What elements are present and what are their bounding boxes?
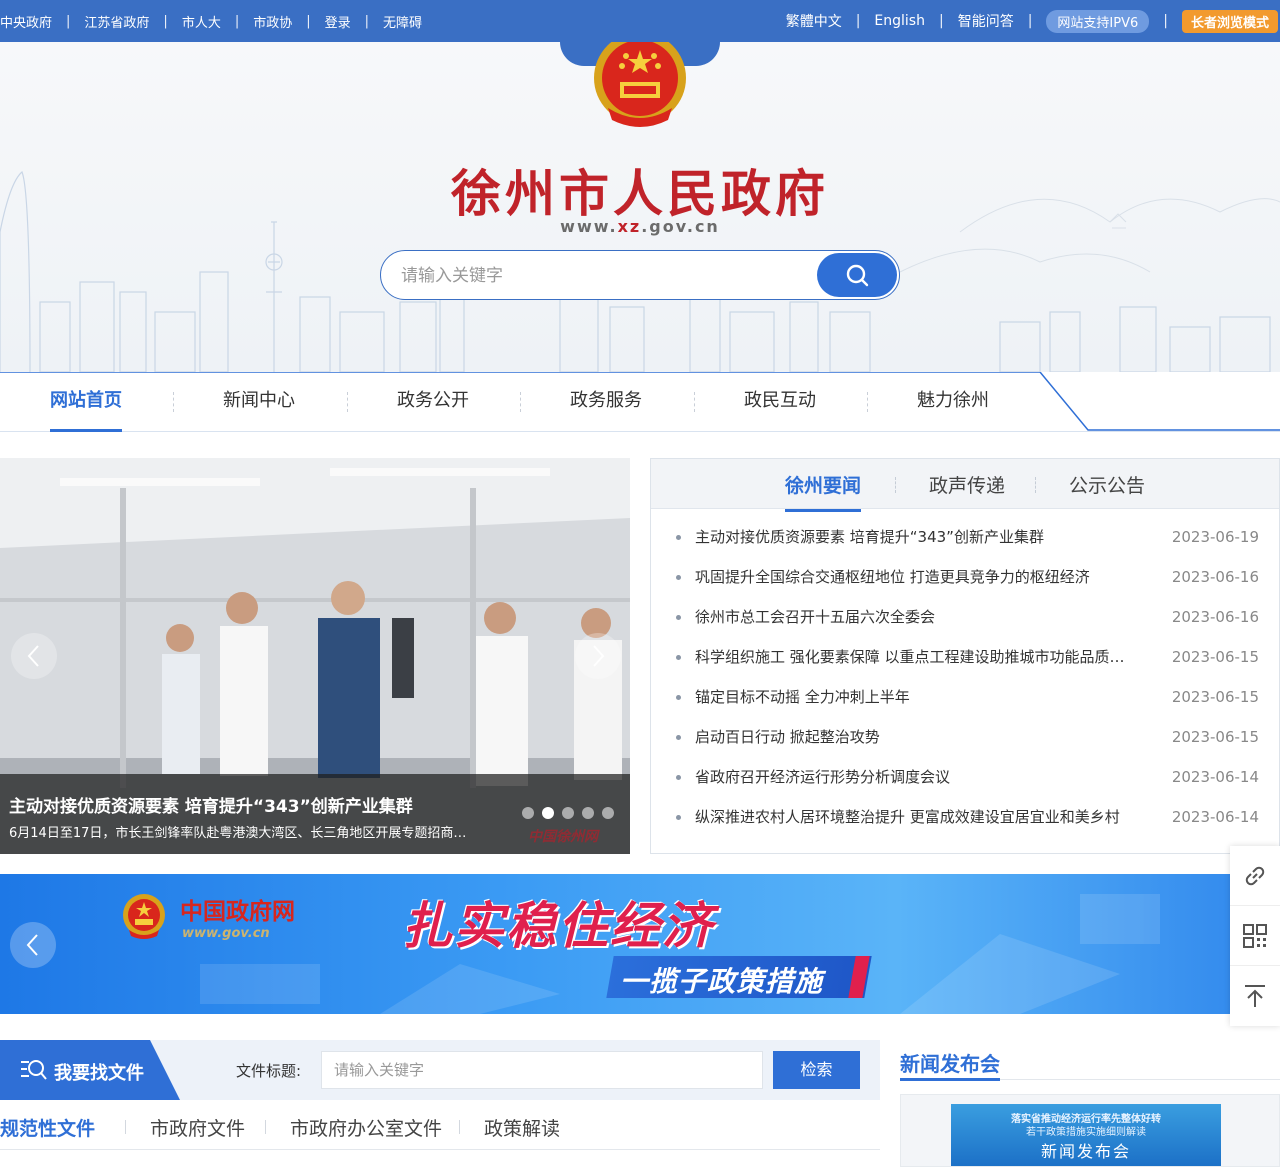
- slider-dot[interactable]: [562, 807, 574, 819]
- press-screen: 落实省推动经济运行率先整体好转 若干政策措施实施细则解读 新闻发布会: [951, 1104, 1221, 1166]
- link-icon: [1245, 866, 1265, 885]
- list-item[interactable]: 巩固提升全国综合交通枢纽地位 打造更具竞争力的枢纽经济 2023-06-16: [651, 557, 1279, 597]
- slider-title[interactable]: 主动对接优质资源要素 培育提升“343”创新产业集群: [9, 792, 413, 817]
- banner-subline: 一揽子政策措施: [620, 965, 824, 998]
- tab-announcements[interactable]: 公示公告: [1069, 471, 1145, 498]
- nav-gov-affairs[interactable]: 政务公开: [347, 372, 519, 432]
- link-central-gov[interactable]: 中央政府: [0, 12, 52, 31]
- site-header: 徐州市人民政府 www.xz.gov.cn: [0, 42, 1280, 372]
- slider-watermark: 中国徐州网: [528, 829, 598, 845]
- link-english[interactable]: English: [874, 13, 925, 29]
- slider-dot[interactable]: [522, 807, 534, 819]
- tab-city-office-docs[interactable]: 市政府办公室文件: [290, 1114, 442, 1141]
- chevron-left-icon: [27, 645, 39, 667]
- file-title-input[interactable]: [321, 1051, 763, 1089]
- news-list: 主动对接优质资源要素 培育提升“343”创新产业集群 2023-06-19 巩固提…: [651, 517, 1279, 837]
- link-city-npc[interactable]: 市人大: [182, 12, 221, 31]
- main-nav: 网站首页 新闻中心 政务公开 政务服务 政民互动 魅力徐州: [0, 372, 1280, 432]
- top-links-right: 繁體中文 | English | 智能问答 | 网站支持IPV6 | 长者浏览模…: [786, 0, 1278, 42]
- nav-home[interactable]: 网站首页: [0, 372, 172, 432]
- news-panel: 徐州要闻 政声传递 公示公告 主动对接优质资源要素 培育提升“343”创新产业集…: [650, 458, 1280, 854]
- list-item[interactable]: 纵深推进农村人居环境整治提升 更富成效建设宜居宜业和美乡村 2023-06-14: [651, 797, 1279, 837]
- link-accessibility[interactable]: 无障碍: [383, 12, 422, 31]
- side-tools: [1230, 846, 1280, 1026]
- back-to-top-button[interactable]: [1230, 966, 1280, 1026]
- slider-dot[interactable]: [542, 807, 554, 819]
- search-input[interactable]: [401, 261, 811, 291]
- press-conference-title[interactable]: 新闻发布会: [900, 1048, 1000, 1077]
- press-conference-image[interactable]: 落实省推动经济运行率先整体好转 若干政策措施实施细则解读 新闻发布会: [900, 1094, 1280, 1167]
- link-smart-qa[interactable]: 智能问答: [958, 11, 1014, 31]
- slider-description: 6月14日至17日，市长王剑锋率队赴粤港澳大湾区、长三角地区开展专题招商活动: [9, 826, 479, 841]
- list-item[interactable]: 省政府召开经济运行形势分析调度会议 2023-06-14: [651, 757, 1279, 797]
- elder-mode-button[interactable]: 长者浏览模式: [1181, 9, 1278, 33]
- banner-headline: 扎实稳住经济: [402, 896, 714, 955]
- tab-normative-docs[interactable]: 规范性文件: [0, 1114, 95, 1141]
- list-item[interactable]: 主动对接优质资源要素 培育提升“343”创新产业集群 2023-06-19: [651, 517, 1279, 557]
- top-bar: 中央政府 | 江苏省政府 | 市人大 | 市政协 | 登录 | 无障碍 繁體中文…: [0, 0, 1280, 42]
- nav-interaction[interactable]: 政民互动: [694, 372, 866, 432]
- banner-prev-button[interactable]: [10, 922, 56, 968]
- site-search: [380, 250, 900, 300]
- chevron-right-icon: [593, 645, 605, 667]
- news-slider: 主动对接优质资源要素 培育提升“343”创新产业集群 6月14日至17日，市长王…: [0, 458, 630, 854]
- tab-policy-interpretation[interactable]: 政策解读: [484, 1114, 560, 1141]
- link-city-cppcc[interactable]: 市政协: [253, 12, 292, 31]
- site-url: www.xz.gov.cn: [560, 217, 720, 236]
- tab-xuzhou-news[interactable]: 徐州要闻: [785, 471, 862, 512]
- file-search-tag: 我要找文件: [0, 1040, 180, 1100]
- link-traditional-chinese[interactable]: 繁體中文: [786, 11, 842, 31]
- arrow-up-icon: [1245, 985, 1265, 1007]
- share-link-button[interactable]: [1230, 846, 1280, 906]
- slider-caption: 主动对接优质资源要素 培育提升“343”创新产业集群 6月14日至17日，市长王…: [0, 774, 630, 854]
- tab-city-gov-docs[interactable]: 市政府文件: [150, 1114, 245, 1141]
- list-item[interactable]: 锚定目标不动摇 全力冲刺上半年 2023-06-15: [651, 677, 1279, 717]
- slider-dot[interactable]: [582, 807, 594, 819]
- qrcode-icon: [1243, 923, 1267, 948]
- nav-charm-xuzhou[interactable]: 魅力徐州: [867, 372, 1039, 432]
- document-search-icon: [21, 1060, 47, 1080]
- list-item[interactable]: 徐州市总工会召开十五届六次全委会 2023-06-16: [651, 597, 1279, 637]
- link-jiangsu-gov[interactable]: 江苏省政府: [84, 12, 149, 31]
- slider-next-button[interactable]: [575, 633, 621, 679]
- chevron-left-icon: [26, 934, 38, 956]
- gov-portal-url: www.gov.cn: [182, 926, 270, 941]
- search-button[interactable]: [817, 253, 897, 297]
- file-tabs: 规范性文件 市政府文件 市政府办公室文件 政策解读: [0, 1100, 880, 1150]
- top-links-left: 中央政府 | 江苏省政府 | 市人大 | 市政协 | 登录 | 无障碍: [0, 12, 423, 31]
- file-title-label: 文件标题:: [236, 1062, 302, 1080]
- file-search-bar: 我要找文件 文件标题: 检索: [0, 1040, 880, 1100]
- gov-portal-name: 中国政府网: [180, 898, 295, 925]
- slider-dots: [522, 807, 614, 819]
- slider-dot[interactable]: [602, 807, 614, 819]
- national-emblem-icon: [594, 42, 686, 127]
- list-item[interactable]: 科学组织施工 强化要素保障 以重点工程建设助推城市功能品质提升 2023-06-1…: [651, 637, 1279, 677]
- policy-banner[interactable]: 中国政府网 www.gov.cn 扎实稳住经济 一揽子政策措施: [0, 874, 1280, 1014]
- nav-news-center[interactable]: 新闻中心: [173, 372, 345, 432]
- list-item[interactable]: 启动百日行动 掀起整治攻势 2023-06-15: [651, 717, 1279, 757]
- gov-emblem-icon: [123, 894, 165, 939]
- link-login[interactable]: 登录: [325, 12, 351, 31]
- slider-prev-button[interactable]: [11, 633, 57, 679]
- search-icon: [846, 264, 869, 287]
- file-search-button[interactable]: 检索: [773, 1051, 860, 1089]
- news-tabs: 徐州要闻 政声传递 公示公告: [651, 459, 1279, 512]
- tab-gov-voice[interactable]: 政声传递: [929, 471, 1005, 498]
- qrcode-button[interactable]: [1230, 906, 1280, 966]
- site-title: 徐州市人民政府: [451, 164, 829, 223]
- ipv6-badge: 网站支持IPV6: [1046, 9, 1150, 33]
- nav-gov-services[interactable]: 政务服务: [520, 372, 692, 432]
